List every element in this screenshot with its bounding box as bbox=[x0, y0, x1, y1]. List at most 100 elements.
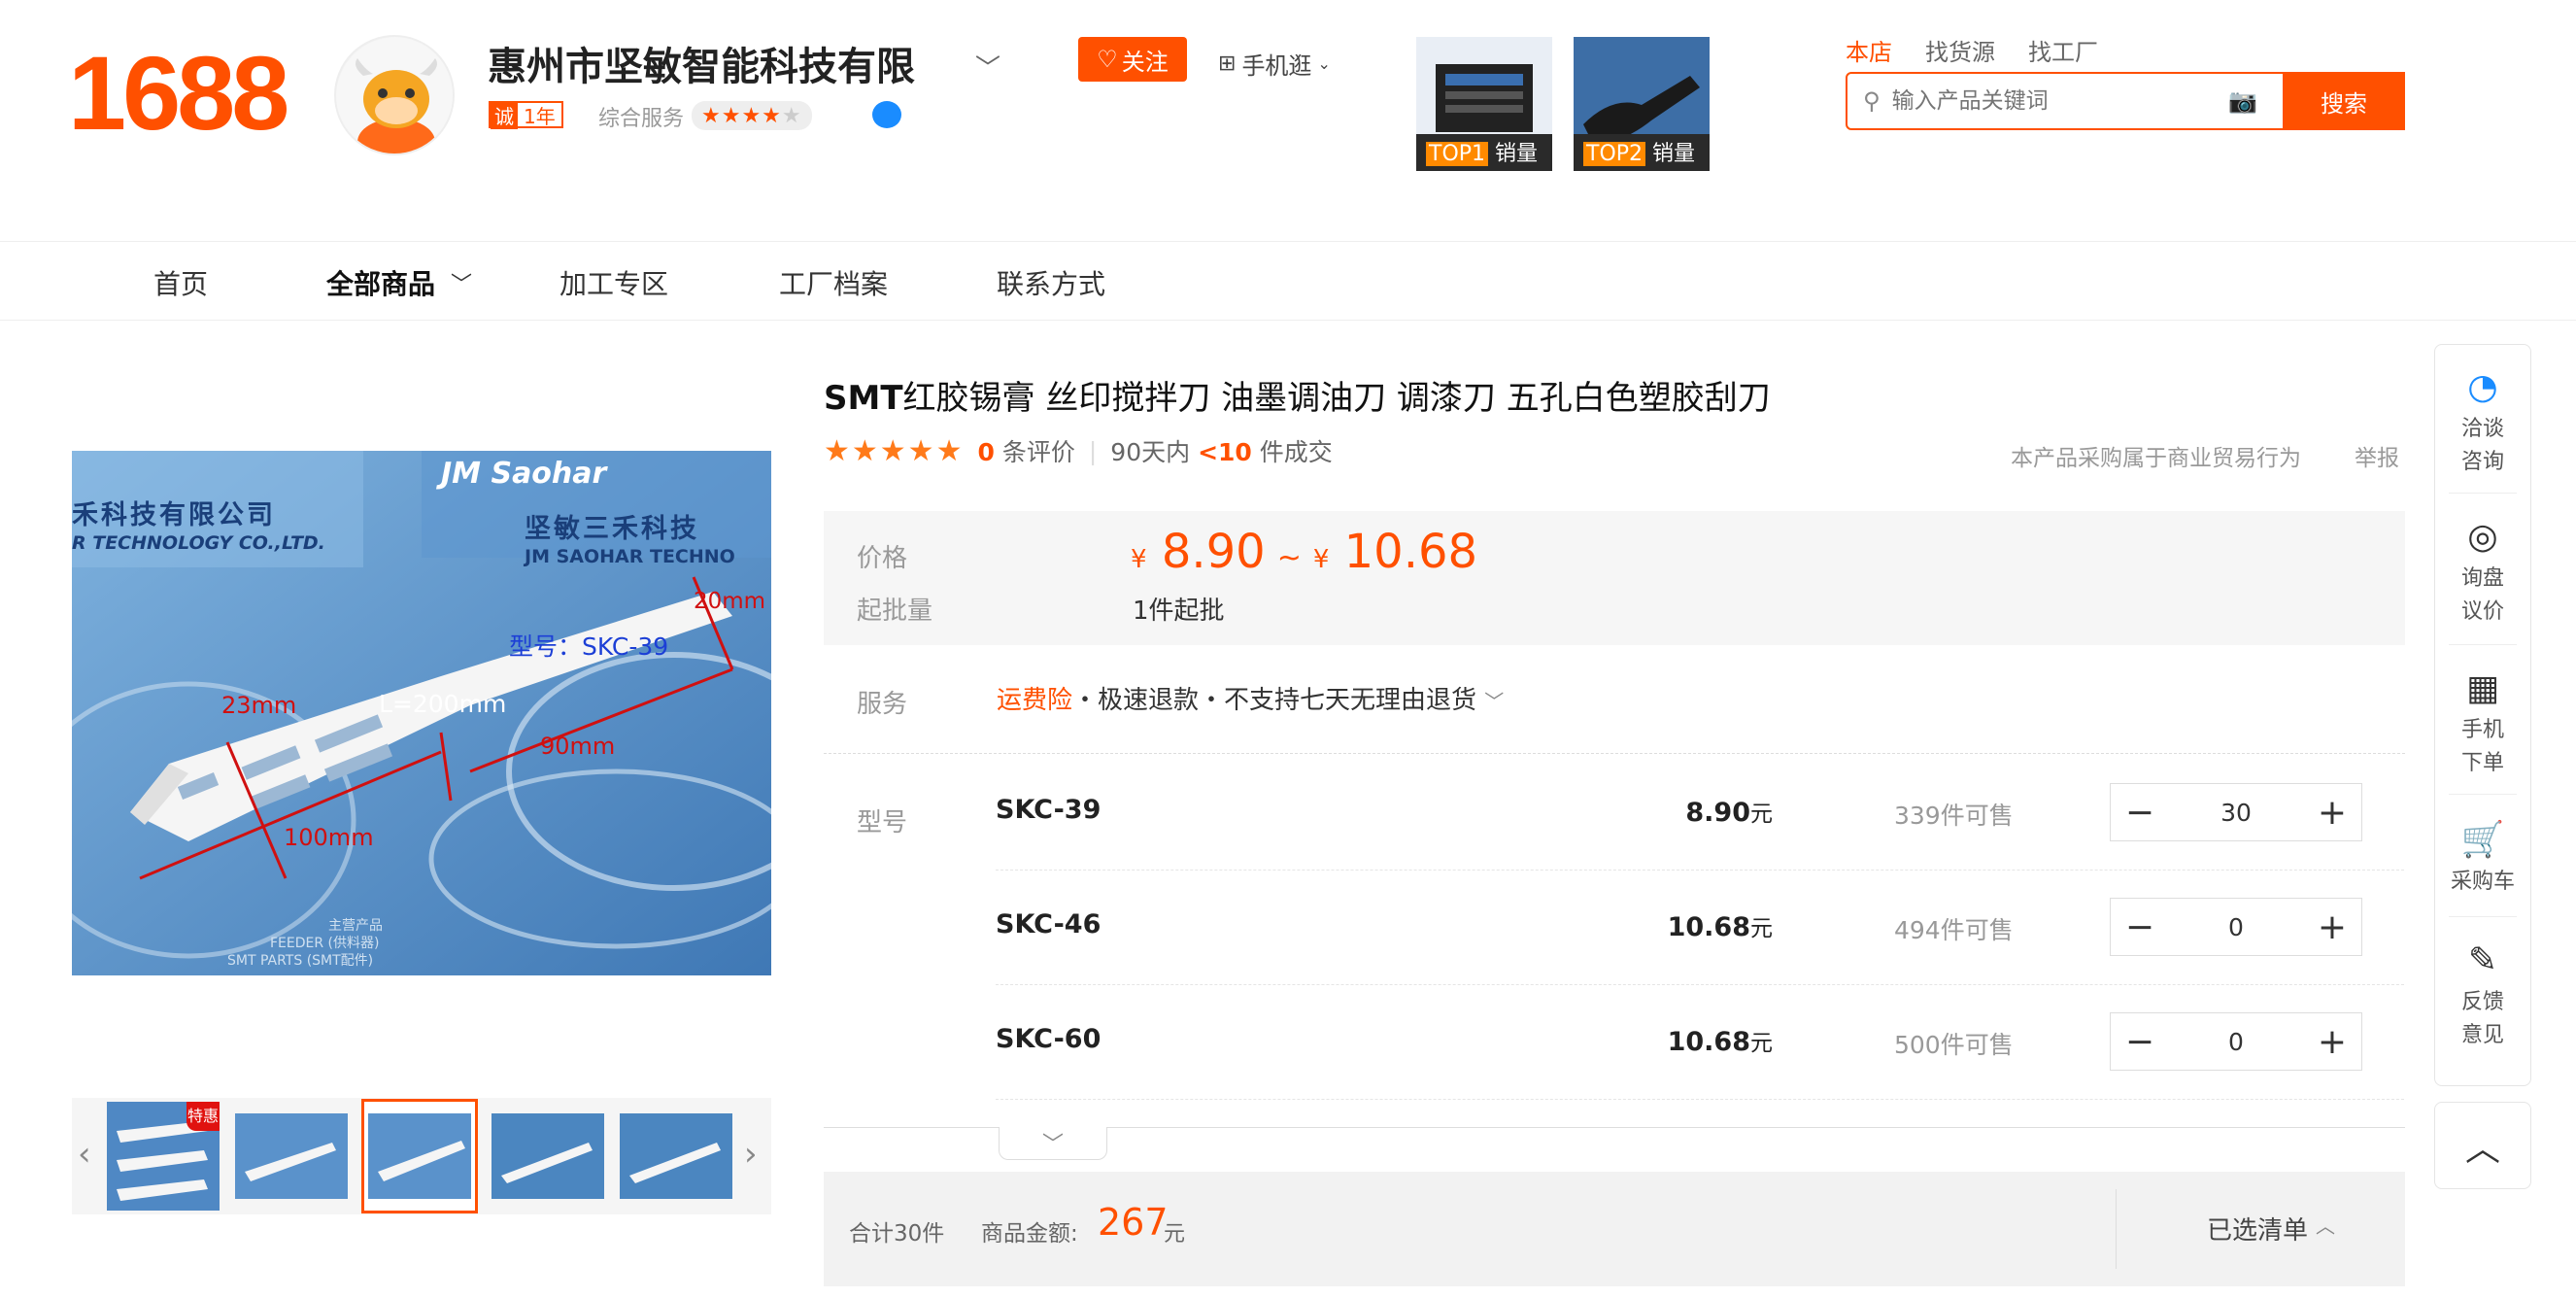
thumbnail-2[interactable] bbox=[235, 1113, 348, 1199]
nav-factory-profile[interactable]: 工厂档案 bbox=[779, 263, 888, 302]
minus-icon[interactable]: − bbox=[2111, 1013, 2169, 1070]
rail-inquiry[interactable]: ◎ 询盘 议价 bbox=[2435, 512, 2530, 629]
dim-blade: 90mm bbox=[540, 733, 616, 760]
total-count: 合计30件 bbox=[849, 1221, 945, 1247]
chevron-right-icon[interactable]: › bbox=[744, 1135, 758, 1174]
shop-name[interactable]: 惠州市坚敏智能科技有限 bbox=[488, 35, 915, 91]
dim-total: L=200mm bbox=[379, 690, 507, 718]
sku-price: 8.90元 bbox=[1685, 798, 1773, 828]
rail-cart[interactable]: 🛒 采购车 bbox=[2435, 815, 2530, 899]
company-cn-left: 禾科技有限公司 bbox=[72, 500, 276, 530]
thumbnail-5[interactable] bbox=[620, 1113, 732, 1199]
heart-plus-icon: ♡ bbox=[1097, 46, 1118, 73]
nav-home[interactable]: 首页 bbox=[153, 263, 208, 302]
quantity-value[interactable]: 0 bbox=[2169, 913, 2303, 941]
qr-icon: ▦ bbox=[2465, 668, 2499, 708]
wangwang-icon[interactable] bbox=[872, 101, 901, 128]
tab-find-factory[interactable]: 找工厂 bbox=[2028, 33, 2098, 67]
quantity-stepper: − 0 + bbox=[2110, 1012, 2362, 1071]
site-logo[interactable]: 1688 bbox=[68, 41, 289, 146]
price-range: ¥ 8.90 ~ ¥ 10.68 bbox=[1131, 525, 1477, 579]
review-label[interactable]: 条评价 bbox=[1002, 438, 1075, 466]
sold-count: <10 bbox=[1198, 438, 1252, 466]
plus-icon[interactable]: + bbox=[2303, 1013, 2361, 1070]
service-stars: ★★★★ ★ bbox=[692, 101, 812, 130]
image-footer-2: FEEDER (供料器) bbox=[270, 936, 380, 951]
top-product-thumb-1[interactable]: TOP1 销量 bbox=[1416, 37, 1552, 171]
camera-icon[interactable]: 📷 bbox=[2228, 87, 2257, 115]
expand-sku-button[interactable]: ﹀ bbox=[999, 1127, 1107, 1160]
tab-this-shop[interactable]: 本店 bbox=[1846, 33, 1892, 67]
title-rest: 红胶锡膏 丝印搅拌刀 油墨调油刀 调漆刀 五孔白色塑胶刮刀 bbox=[902, 379, 1771, 418]
dim-width: 23mm bbox=[221, 692, 297, 719]
top-product-thumb-2[interactable]: TOP2 销量 bbox=[1574, 37, 1710, 171]
sku-name: SKC-60 bbox=[996, 1024, 1102, 1054]
thumbnail-1[interactable]: 特惠 bbox=[107, 1102, 220, 1211]
business-note: 本产品采购属于商业贸易行为 bbox=[2011, 446, 2301, 471]
cheng-xin-badge: 诚 1年 bbox=[489, 100, 563, 129]
image-footer-3: SMT PARTS (SMT配件) bbox=[227, 953, 374, 969]
thumbnail-image-2 bbox=[235, 1113, 348, 1199]
quantity-stepper: − 0 + bbox=[2110, 898, 2362, 956]
freight-insurance: 运费险 bbox=[997, 686, 1073, 715]
thumbnail-4[interactable] bbox=[491, 1113, 604, 1199]
plus-icon[interactable]: + bbox=[2303, 784, 2361, 840]
follow-button[interactable]: ♡ 关注 bbox=[1078, 37, 1187, 82]
nav-all-products[interactable]: 全部商品 bbox=[326, 263, 435, 302]
chevron-down-icon: ﹀ bbox=[1484, 690, 1505, 713]
nav-processing[interactable]: 加工专区 bbox=[559, 263, 668, 302]
sku-price: 10.68元 bbox=[1667, 1027, 1773, 1057]
selected-list-button[interactable]: 已选清单 ︿ bbox=[2207, 1211, 2335, 1247]
amount-unit: 元 bbox=[1164, 1222, 1186, 1247]
company-en-left: R TECHNOLOGY CO.,LTD. bbox=[72, 532, 325, 554]
thumbnail-image-4 bbox=[491, 1113, 604, 1199]
sku-stock: 339件可售 bbox=[1894, 802, 2014, 830]
price-label: 价格 bbox=[857, 544, 908, 573]
thumbnail-3[interactable] bbox=[361, 1099, 478, 1213]
membership-years: 1年 bbox=[524, 104, 556, 128]
quantity-value[interactable]: 0 bbox=[2169, 1028, 2303, 1056]
service-items[interactable]: 运费险・极速退款・不支持七天无理由退货 ﹀ bbox=[997, 680, 1504, 716]
rail-feedback[interactable]: ✎ 反馈 意见 bbox=[2435, 936, 2530, 1052]
amount-value: 267 bbox=[1098, 1201, 1169, 1244]
search-button[interactable]: 搜索 bbox=[2283, 72, 2405, 130]
rail-chat[interactable]: ◔ 洽谈 咨询 bbox=[2435, 362, 2530, 479]
sku-price: 10.68元 bbox=[1667, 912, 1773, 942]
tab-find-source[interactable]: 找货源 bbox=[1925, 33, 1995, 67]
plus-icon[interactable]: + bbox=[2303, 899, 2361, 955]
edit-icon: ✎ bbox=[2467, 940, 2498, 980]
divider bbox=[2449, 916, 2517, 917]
moq-value: 1件起批 bbox=[1133, 597, 1225, 626]
moq-label: 起批量 bbox=[857, 597, 933, 626]
model-caption: 型号：SKC-39 bbox=[509, 632, 669, 661]
special-offer-tag: 特惠 bbox=[186, 1102, 220, 1131]
back-to-top-button[interactable]: ︿ bbox=[2434, 1102, 2531, 1189]
target-icon: ◎ bbox=[2467, 517, 2498, 557]
amount-label: 商品金额: bbox=[981, 1221, 1078, 1247]
nav-contact[interactable]: 联系方式 bbox=[997, 263, 1105, 302]
product-title: SMT红胶锡膏 丝印搅拌刀 油墨调油刀 调漆刀 五孔白色塑胶刮刀 bbox=[824, 371, 1771, 419]
minus-icon[interactable]: − bbox=[2111, 784, 2169, 840]
minus-icon[interactable]: − bbox=[2111, 899, 2169, 955]
thumbnail-image-3 bbox=[368, 1113, 471, 1199]
search-input[interactable] bbox=[1891, 88, 2229, 114]
sku-row: SKC-39 8.90元 339件可售 − 30 + bbox=[996, 756, 2404, 871]
chevron-left-icon[interactable]: ‹ bbox=[78, 1135, 91, 1174]
dim-handle: 100mm bbox=[284, 824, 374, 851]
chevron-down-icon[interactable]: ﹀ bbox=[975, 49, 1000, 85]
shop-avatar[interactable] bbox=[334, 35, 455, 155]
price-panel: 价格 ¥ 8.90 ~ ¥ 10.68 起批量 1件起批 bbox=[824, 511, 2405, 645]
divider bbox=[2449, 644, 2517, 645]
selected-list-label: 已选清单 bbox=[2207, 1216, 2309, 1246]
chevron-down-icon[interactable]: ﹀ bbox=[451, 267, 472, 298]
report-link[interactable]: 举报 bbox=[2355, 439, 2399, 472]
chevron-down-icon: ﹀ bbox=[1041, 1133, 1064, 1157]
currency-symbol: ¥ bbox=[1131, 545, 1147, 574]
dim-tip: 20mm bbox=[694, 589, 766, 614]
right-toolbar: ◔ 洽谈 咨询 ◎ 询盘 议价 ▦ 手机 下单 🛒 采购车 ✎ 反馈 意见 bbox=[2434, 344, 2531, 1086]
review-count[interactable]: 0 bbox=[977, 438, 994, 466]
main-product-image[interactable]: 禾科技有限公司 R TECHNOLOGY CO.,LTD. JM Saohar … bbox=[72, 451, 771, 975]
rail-mobile-order[interactable]: ▦ 手机 下单 bbox=[2435, 664, 2530, 780]
mobile-shop-link[interactable]: ⊞ 手机逛 ⌄ bbox=[1218, 47, 1331, 81]
quantity-value[interactable]: 30 bbox=[2169, 799, 2303, 827]
